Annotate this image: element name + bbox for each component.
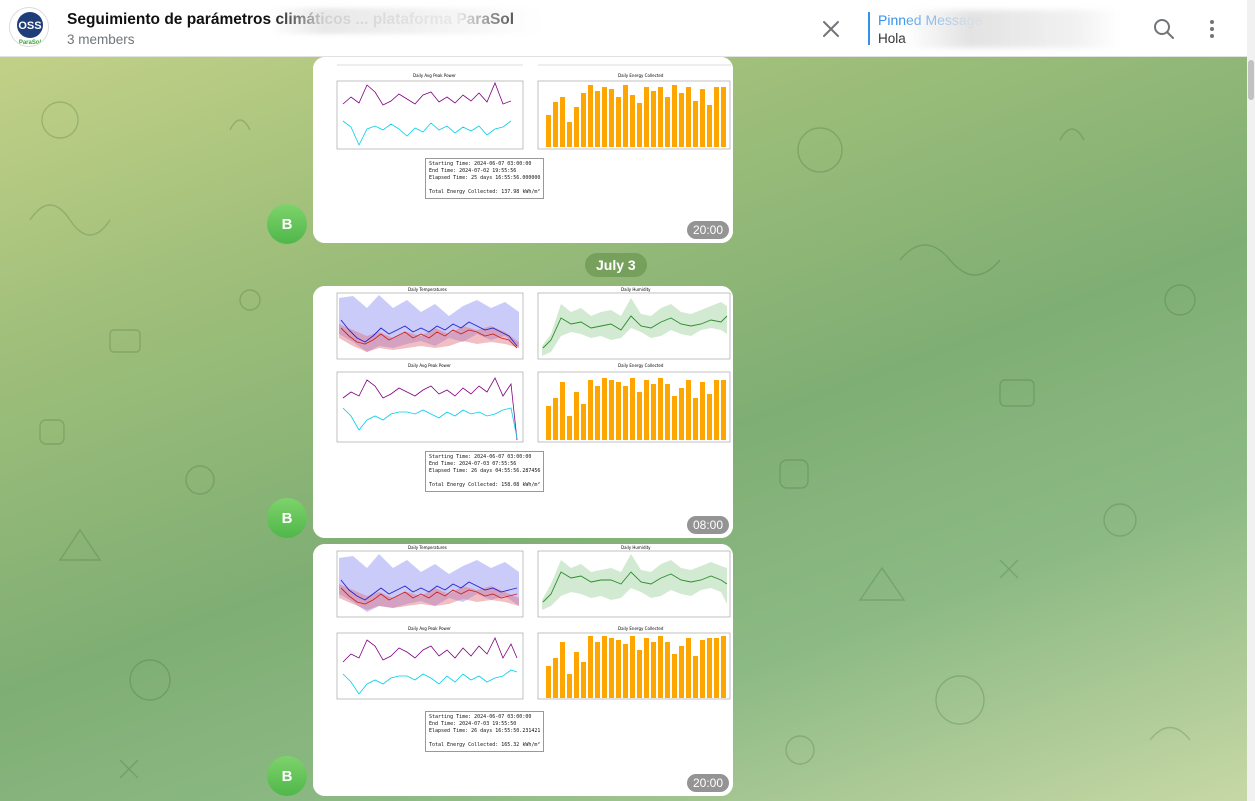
panel-title-energy: Daily Energy Collected — [618, 363, 664, 368]
report-image-1: Daily Avg Peak Power Daily Energy Collec… — [313, 57, 733, 243]
panel-title-energy: Daily Energy Collected — [618, 73, 664, 78]
total-energy: Total Energy Collected: 137.98 kWh/m² — [429, 189, 541, 195]
panel-title-temps: Daily Temperatures — [408, 545, 447, 550]
message-image-3[interactable]: Daily Temperatures Daily Humidity Daily … — [313, 544, 733, 796]
group-avatar[interactable]: OSS ParaSol — [9, 7, 49, 47]
report-image-3: Daily Temperatures Daily Humidity Daily … — [313, 544, 733, 796]
end-time: End Time: 2024-07-03 07:55:56 — [429, 461, 517, 467]
date-separator: July 3 — [585, 253, 647, 277]
member-count: 3 members — [67, 32, 135, 47]
redacted-pinned-area — [905, 10, 1120, 48]
oss-logo-icon: OSS ParaSol — [11, 9, 48, 46]
panel-title-energy: Daily Energy Collected — [618, 626, 664, 631]
panel-title-power: Daily Avg Peak Power — [413, 73, 456, 78]
elapsed-time: Elapsed Time: 26 days 16:55:50.231421 — [429, 728, 541, 734]
sender-avatar[interactable]: B — [267, 498, 307, 538]
stats-box-2: Starting Time: 2024-06-07 03:00:00 End T… — [425, 451, 545, 492]
elapsed-time: Elapsed Time: 26 days 04:55:56.287456 — [429, 468, 541, 474]
stats-box-3: Starting Time: 2024-06-07 03:00:00 End T… — [425, 711, 545, 752]
logo-text: OSS — [18, 20, 41, 32]
chat-header: OSS ParaSol Seguimiento de parámetros cl… — [0, 0, 1247, 57]
panel-title-temps: Daily Temperatures — [408, 287, 447, 292]
panel-title-power: Daily Avg Peak Power — [408, 626, 451, 631]
pinned-indicator — [868, 12, 870, 45]
message-time: 08:00 — [686, 516, 729, 534]
total-energy: Total Energy Collected: 158.08 kWh/m² — [429, 482, 541, 488]
more-options-button[interactable] — [1199, 16, 1225, 42]
start-time: Starting Time: 2024-06-07 03:00:00 — [429, 161, 532, 167]
search-icon — [1154, 19, 1174, 39]
stats-box-1: Starting Time: 2024-06-07 03:00:00 End T… — [425, 158, 545, 199]
redacted-title-area — [270, 8, 540, 34]
sender-avatar[interactable]: B — [267, 756, 307, 796]
panel-title-power: Daily Avg Peak Power — [408, 363, 451, 368]
sender-avatar[interactable]: B — [267, 204, 307, 244]
start-time: Starting Time: 2024-06-07 03:00:00 — [429, 454, 532, 460]
message-time: 20:00 — [686, 221, 729, 239]
more-vertical-icon — [1210, 20, 1214, 38]
elapsed-time: Elapsed Time: 25 days 16:55:56.000000 — [429, 175, 541, 181]
close-pinned-button[interactable] — [818, 16, 844, 42]
scrollbar[interactable] — [1247, 0, 1255, 801]
end-time: End Time: 2024-07-02 19:55:56 — [429, 168, 517, 174]
panel-title-humidity: Daily Humidity — [621, 287, 651, 292]
report-image-2: Daily Temperatures Daily Humidity Daily … — [313, 286, 733, 538]
message-time: 20:00 — [686, 774, 729, 792]
search-button[interactable] — [1151, 16, 1177, 42]
logo-subtext: ParaSol — [19, 40, 42, 46]
message-image-2[interactable]: Daily Temperatures Daily Humidity Daily … — [313, 286, 733, 538]
message-image-1[interactable]: Daily Avg Peak Power Daily Energy Collec… — [313, 57, 733, 243]
scrollbar-thumb[interactable] — [1248, 60, 1254, 100]
panel-title-humidity: Daily Humidity — [621, 545, 651, 550]
end-time: End Time: 2024-07-03 19:55:50 — [429, 721, 517, 727]
close-icon — [823, 21, 839, 37]
start-time: Starting Time: 2024-06-07 03:00:00 — [429, 714, 532, 720]
total-energy: Total Energy Collected: 165.32 kWh/m² — [429, 742, 541, 748]
